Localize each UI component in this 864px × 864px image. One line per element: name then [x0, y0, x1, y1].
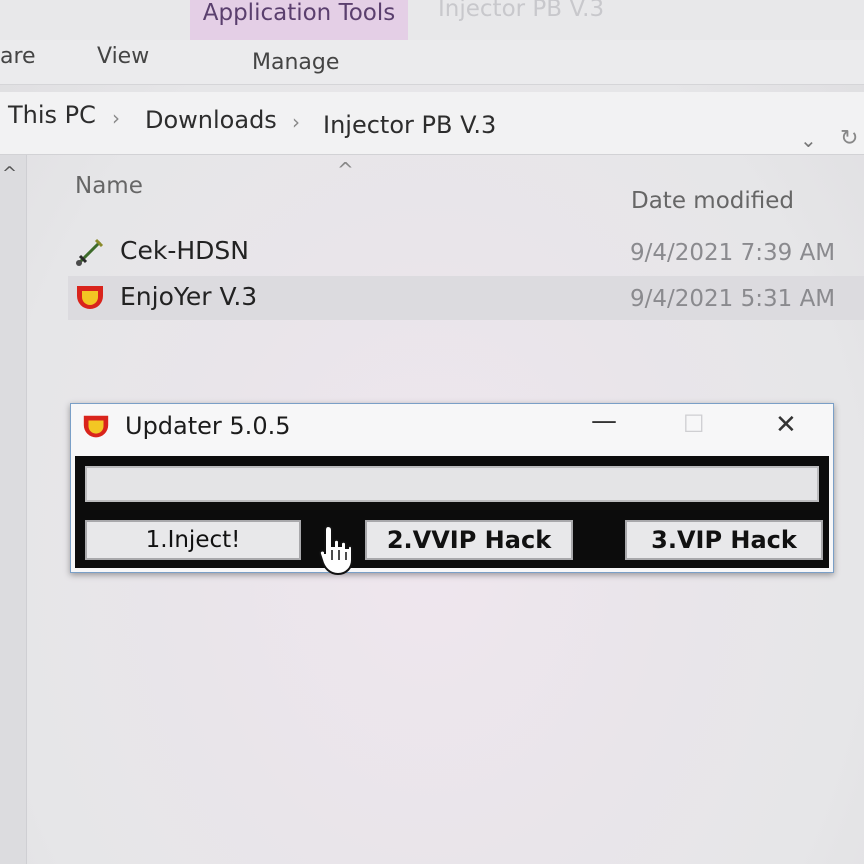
tab-share[interactable]: are [0, 44, 36, 69]
breadcrumb-separator[interactable]: › [292, 110, 300, 134]
window-title: Injector PB V.3 [438, 0, 605, 22]
dialog-title: Updater 5.0.5 [125, 412, 291, 440]
ribbon-title-bar [0, 0, 864, 40]
vvip-hack-button[interactable]: 2.VVIP Hack [365, 520, 573, 560]
column-header-name[interactable]: Name [75, 173, 143, 199]
tab-application-tools[interactable]: Application Tools [190, 0, 408, 40]
minimize-button[interactable]: — [591, 406, 617, 436]
list-item[interactable]: Cek-HDSN 9/4/2021 7:39 AM [68, 230, 864, 274]
list-item[interactable]: EnjoYer V.3 9/4/2021 5:31 AM [68, 276, 864, 320]
navigation-pane [0, 155, 27, 864]
ribbon-tabs: are View Manage [0, 40, 864, 85]
close-button[interactable]: ✕ [775, 410, 797, 440]
breadcrumb-this-pc[interactable]: This PC [8, 101, 96, 129]
refresh-icon[interactable]: ↻ [840, 126, 858, 151]
breadcrumb-injector[interactable]: Injector PB V.3 [323, 111, 496, 139]
updater-dialog: Updater 5.0.5 — ☐ ✕ 1.Inject! 2.VVIP Hac… [70, 403, 834, 573]
sort-ascending-icon: ^ [337, 158, 354, 182]
file-date: 9/4/2021 7:39 AM [630, 240, 836, 266]
chevron-down-icon[interactable]: ⌄ [800, 128, 817, 152]
tab-manage[interactable]: Manage [252, 50, 339, 75]
tab-view[interactable]: View [97, 44, 149, 69]
chevron-up-icon[interactable]: ^ [2, 163, 17, 184]
inject-button[interactable]: 1.Inject! [85, 520, 301, 560]
maximize-button[interactable]: ☐ [683, 410, 705, 438]
progress-bar [85, 466, 819, 502]
file-name: Cek-HDSN [120, 236, 249, 265]
dialog-body: 1.Inject! 2.VVIP Hack 3.VIP Hack [75, 456, 829, 568]
breadcrumb-downloads[interactable]: Downloads [145, 106, 277, 134]
app-shield-icon [83, 415, 109, 438]
vip-hack-button[interactable]: 3.VIP Hack [625, 520, 823, 560]
sword-icon [76, 238, 104, 266]
breadcrumb-separator[interactable]: › [112, 106, 120, 130]
column-header-date[interactable]: Date modified [631, 188, 794, 214]
file-name: EnjoYer V.3 [120, 282, 258, 311]
hand-cursor-icon [318, 524, 353, 576]
app-shield-icon [77, 286, 103, 309]
file-date: 9/4/2021 5:31 AM [630, 286, 836, 312]
